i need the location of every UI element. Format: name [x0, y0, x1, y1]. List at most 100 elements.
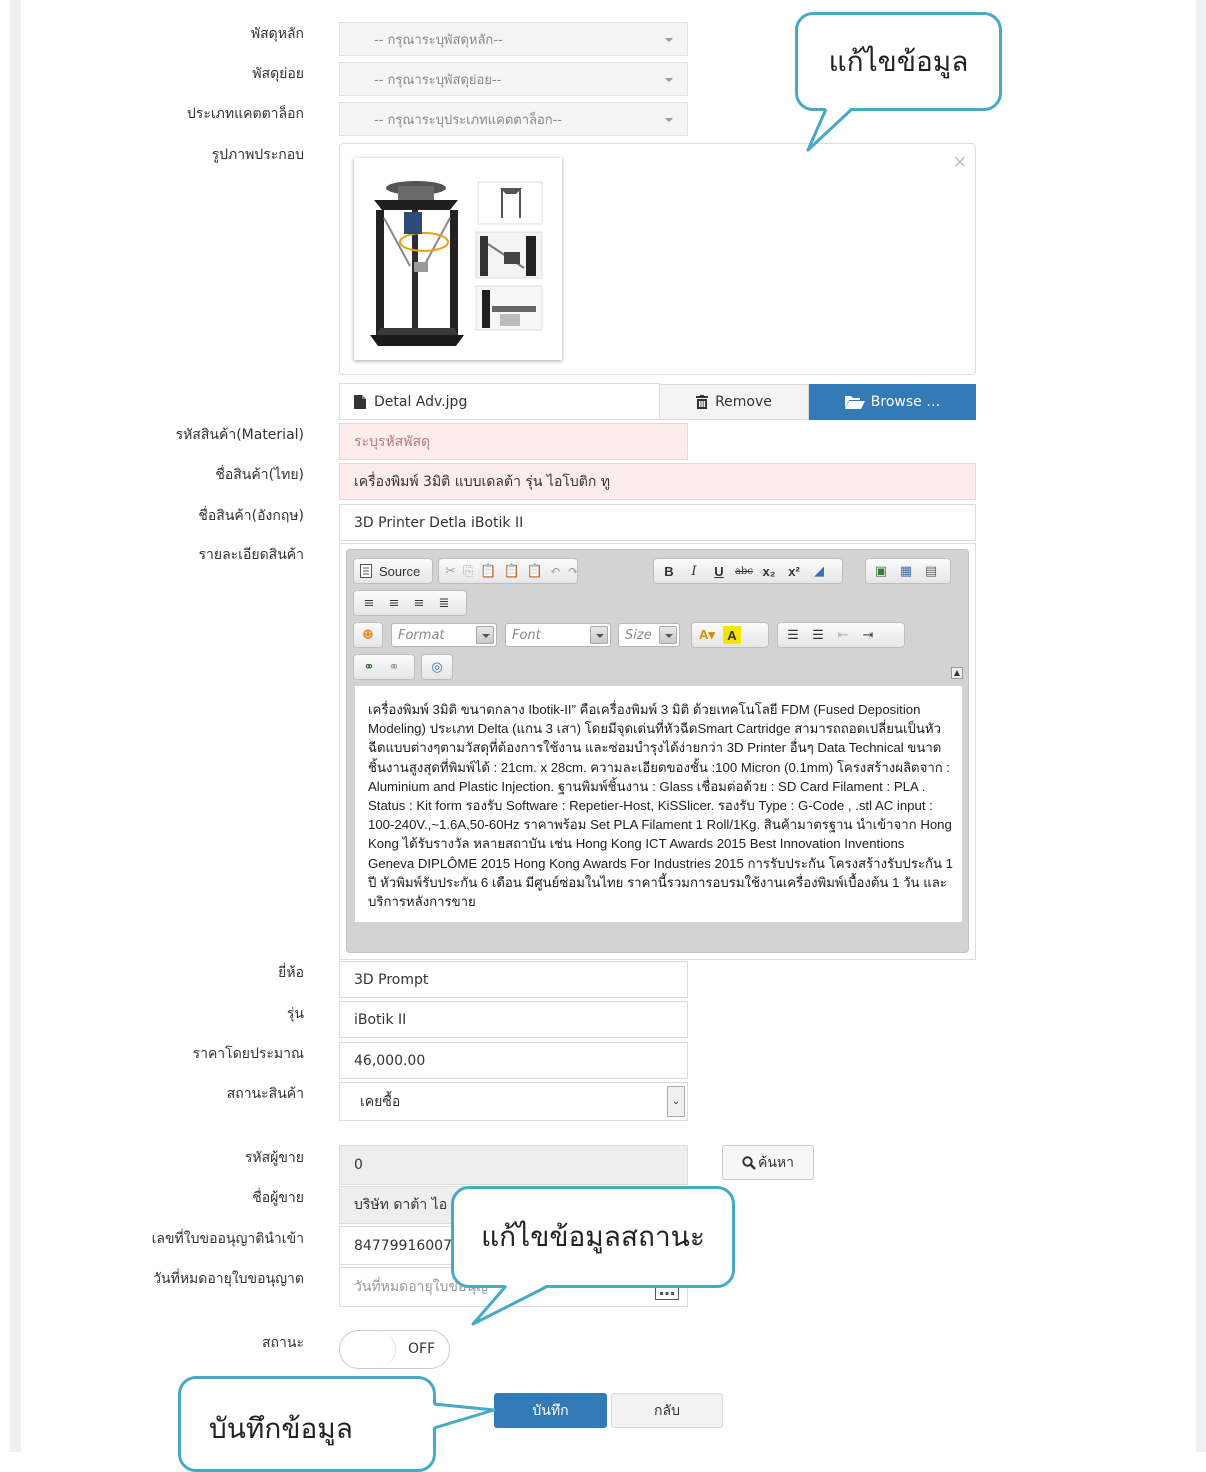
- remove-format-icon[interactable]: ◢: [810, 562, 828, 580]
- file-name-display: Detal Adv.jpg: [339, 383, 660, 420]
- brand-value: 3D Prompt: [354, 971, 429, 988]
- label-catalog-type: ประเภทแคตตาล็อก: [186, 106, 304, 122]
- smiley-button[interactable]: ☻: [353, 622, 383, 648]
- chevron-down-icon: [590, 626, 608, 644]
- callout-edit-status-tail: [471, 1284, 549, 1326]
- bold-icon[interactable]: B: [660, 562, 678, 580]
- main-supply-placeholder: -- กรุณาระบุพัสดุหลัก--: [374, 32, 503, 48]
- callout-save-data: บันทึกข้อมูล: [178, 1376, 436, 1472]
- align-justify-icon[interactable]: ≣: [435, 594, 453, 612]
- source-button[interactable]: Source: [353, 558, 433, 584]
- callout-edit-status-text: แก้ไขข้อมูลสถานะ: [481, 1220, 705, 1253]
- subscript-icon[interactable]: x₂: [760, 562, 778, 580]
- list-toolbar: ☰ ☰ ⇤ ⇥: [777, 622, 905, 648]
- chevron-down-icon: ⌄: [667, 1086, 685, 1117]
- label-image: รูปภาพประกอบ: [211, 147, 304, 163]
- calendar-icon[interactable]: [655, 1286, 679, 1300]
- italic-icon[interactable]: I: [685, 562, 703, 580]
- file-icon: [354, 394, 366, 409]
- maximize-button[interactable]: ◎: [421, 654, 453, 680]
- chevron-down-icon: [665, 78, 673, 82]
- numbered-list-icon[interactable]: ☰: [784, 626, 802, 644]
- save-button[interactable]: บันทึก: [494, 1393, 607, 1428]
- indent-icon[interactable]: ⇥: [859, 626, 877, 644]
- search-icon: [742, 1155, 756, 1170]
- model-value: iBotik II: [354, 1011, 407, 1028]
- toggle-knob: [341, 1332, 396, 1367]
- text-color-icon[interactable]: A▾: [698, 626, 716, 644]
- undo-icon[interactable]: ↶: [550, 562, 561, 580]
- format-combo[interactable]: Format: [391, 623, 497, 647]
- page-right-edge: [1196, 0, 1206, 1452]
- price-input[interactable]: 46,000.00: [339, 1042, 688, 1079]
- sub-supply-placeholder: -- กรุณาระบุพัสดุย่อย--: [374, 72, 502, 88]
- link-icon[interactable]: ⚭: [360, 658, 378, 676]
- name-th-input[interactable]: เครื่องพิมพ์ 3มิติ แบบเดลต้า รุ่น ไอโบติ…: [339, 463, 976, 500]
- color-toolbar: A▾ A: [691, 622, 769, 648]
- chevron-down-icon: [665, 38, 673, 42]
- remove-label: Remove: [715, 394, 772, 410]
- paste-word-icon[interactable]: 📋: [527, 562, 543, 580]
- page-left-edge: [10, 0, 21, 1452]
- align-right-icon[interactable]: ≡: [410, 594, 428, 612]
- table-icon[interactable]: ▦: [897, 562, 915, 580]
- label-name-th: ชื่อสินค้า(ไทย): [215, 467, 304, 483]
- browse-button[interactable]: Browse …: [809, 384, 976, 420]
- catalog-type-select[interactable]: -- กรุณาระบุประเภทแคตตาล็อก--: [339, 102, 688, 136]
- editor-content[interactable]: เครื่องพิมพ์ 3มิติ ขนาดกลาง Ibotik-II” ค…: [355, 686, 962, 922]
- chevron-down-icon: [665, 118, 673, 122]
- brand-input[interactable]: 3D Prompt: [339, 961, 688, 998]
- product-status-select[interactable]: เคยซื้อ ⌄: [339, 1082, 688, 1121]
- catalog-type-placeholder: -- กรุณาระบุประเภทแคตตาล็อก--: [374, 112, 563, 128]
- model-input[interactable]: iBotik II: [339, 1001, 688, 1038]
- background-color-icon[interactable]: A: [723, 626, 741, 644]
- strikethrough-icon[interactable]: abc: [735, 562, 753, 580]
- cut-icon[interactable]: ✂: [445, 562, 456, 580]
- back-button[interactable]: กลับ: [611, 1393, 723, 1428]
- details-editor: Source ✂ ⎘ 📋 📋 📋 ↶ ↷ B I U abc x₂ x² ◢ ▣…: [339, 543, 976, 960]
- collapse-toolbar-icon[interactable]: ▲: [951, 667, 963, 679]
- align-center-icon[interactable]: ≡: [385, 594, 403, 612]
- underline-icon[interactable]: U: [710, 562, 728, 580]
- unlink-icon[interactable]: ⚭: [385, 658, 403, 676]
- text-style-toolbar: B I U abc x₂ x² ◢: [653, 558, 843, 584]
- image-icon[interactable]: ▣: [872, 562, 890, 580]
- name-en-input[interactable]: 3D Printer Detla iBotik II: [339, 504, 976, 541]
- label-material-code: รหัสสินค้า(Material): [175, 427, 304, 443]
- outdent-icon[interactable]: ⇤: [834, 626, 852, 644]
- label-model: รุ่น: [286, 1006, 304, 1022]
- copy-icon[interactable]: ⎘: [463, 562, 473, 580]
- font-placeholder: Font: [512, 627, 541, 643]
- remove-file-button[interactable]: Remove: [659, 384, 809, 420]
- align-left-icon[interactable]: ≡: [360, 594, 378, 612]
- callout-edit-status: แก้ไขข้อมูลสถานะ: [451, 1186, 735, 1288]
- callout-edit-data-text: แก้ไขข้อมูล: [828, 44, 969, 78]
- main-supply-select[interactable]: -- กรุณาระบุพัสดุหลัก--: [339, 22, 688, 56]
- callout-edit-data: แก้ไขข้อมูล: [795, 12, 1002, 111]
- bulleted-list-icon[interactable]: ☰: [809, 626, 827, 644]
- superscript-icon[interactable]: x²: [785, 562, 803, 580]
- insert-toolbar: ▣ ▦ ▤: [865, 558, 951, 584]
- product-status-value: เคยซื้อ: [360, 1093, 401, 1110]
- smiley-icon: ☻: [362, 627, 374, 643]
- paste-text-icon[interactable]: 📋: [504, 562, 520, 580]
- size-combo[interactable]: Size: [618, 623, 680, 647]
- label-name-en: ชื่อสินค้า(อังกฤษ): [198, 508, 304, 524]
- horizontal-rule-icon[interactable]: ▤: [922, 562, 940, 580]
- status-toggle[interactable]: OFF: [339, 1330, 450, 1369]
- close-icon[interactable]: ×: [953, 152, 967, 172]
- sub-supply-select[interactable]: -- กรุณาระบุพัสดุย่อย--: [339, 62, 688, 96]
- label-seller-name: ชื่อผู้ขาย: [252, 1190, 304, 1206]
- font-combo[interactable]: Font: [505, 623, 611, 647]
- search-seller-button[interactable]: ค้นหา: [722, 1145, 814, 1180]
- label-details: รายละเอียดสินค้า: [198, 547, 304, 563]
- toggle-label: OFF: [408, 1341, 436, 1357]
- seller-code-input: 0: [339, 1145, 688, 1185]
- paste-icon[interactable]: 📋: [480, 562, 496, 580]
- file-name: Detal Adv.jpg: [374, 393, 468, 410]
- search-label: ค้นหา: [757, 1154, 795, 1171]
- trash-icon: [696, 395, 709, 409]
- material-code-input[interactable]: ระบุรหัสพัสดุ: [339, 423, 688, 460]
- label-status: สถานะ: [262, 1335, 304, 1351]
- redo-icon[interactable]: ↷: [568, 562, 579, 580]
